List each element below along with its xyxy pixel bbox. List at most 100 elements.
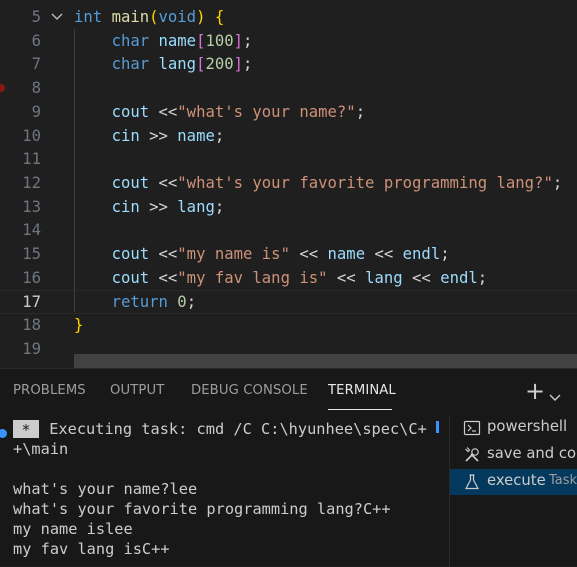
fold-toggle[interactable]	[50, 6, 64, 30]
code-line[interactable]: 18}	[0, 314, 577, 338]
code-token: <<	[149, 245, 178, 263]
code-token: void	[158, 8, 197, 26]
code-token: "what's your favorite programming lang?"	[177, 173, 553, 192]
code-token: {	[214, 8, 225, 26]
plus-icon: +	[524, 377, 546, 405]
line-number: 9	[31, 102, 41, 121]
code-line[interactable]: 11	[0, 148, 577, 172]
code-line[interactable]: 7 char lang[200];	[0, 53, 577, 77]
code-line[interactable]: 9 cout <<"what's your name?";	[0, 101, 577, 125]
chevron-down-icon	[51, 13, 63, 20]
code-line[interactable]: 6 char name[100];	[0, 30, 577, 54]
horizontal-scrollbar[interactable]	[74, 354, 577, 368]
code-line[interactable]: 5 int main(void) {	[0, 6, 577, 30]
terminal-item-sublabel: Task	[549, 473, 577, 488]
new-terminal-button[interactable]: +	[524, 379, 546, 403]
code-line[interactable]: 15 cout <<"my name is" << name << endl;	[0, 243, 577, 267]
line-number: 10	[22, 126, 41, 145]
task-badge: *	[13, 420, 39, 439]
code-token: char	[111, 55, 150, 74]
code-token: lang	[177, 197, 215, 216]
line-number: 18	[22, 316, 41, 335]
terminal-dropdown-button[interactable]	[549, 387, 561, 401]
code-line[interactable]: 12 cout <<"what's your favorite programm…	[0, 172, 577, 196]
active-tab-indicator	[328, 409, 392, 410]
line-number: 17	[22, 293, 41, 312]
code-text: cin >> name;	[74, 125, 225, 149]
terminal-item-powershell[interactable]: powershell	[450, 415, 577, 441]
code-text: }	[74, 314, 83, 338]
code-token: ;	[214, 126, 225, 145]
code-token: <<	[149, 268, 178, 287]
terminal-item-label: execute	[487, 472, 546, 489]
code-token: 100	[205, 31, 234, 50]
code-token: main	[111, 8, 150, 26]
task-line: Executing task: cmd /C C:\hyunhee\spec\C…	[40, 420, 427, 438]
chevron-down-icon	[549, 394, 561, 401]
tab-problems[interactable]: PROBLEMS	[13, 383, 86, 398]
panel-tabs: PROBLEMS OUTPUT DEBUG CONSOLE TERMINAL +	[0, 369, 577, 415]
code-token: }	[74, 316, 84, 335]
terminal-list: powershell save and compile execute Task	[449, 415, 577, 567]
code-token: cout	[111, 268, 150, 287]
line-number: 16	[22, 268, 41, 287]
code-token: int	[74, 8, 103, 26]
code-token: name	[158, 31, 197, 50]
code-token: cout	[111, 173, 150, 192]
terminal-line: what's your favorite programming lang?C+…	[13, 500, 391, 518]
code-editor[interactable]: 5 int main(void) {6 char name[100]; 7 char…	[0, 0, 577, 368]
terminal-output[interactable]: * Executing task: cmd /C C:\hyunhee\spec…	[0, 415, 449, 567]
code-token: cout	[111, 102, 150, 121]
code-token: ;	[355, 102, 366, 121]
line-number: 12	[22, 173, 41, 192]
line-number: 8	[31, 79, 41, 98]
tab-output[interactable]: OUTPUT	[110, 383, 164, 398]
code-line[interactable]: 13 cin >> lang;	[0, 196, 577, 220]
code-text: cout <<"my fav lang is" << lang << endl;	[74, 267, 488, 291]
code-token: ;	[243, 31, 253, 50]
code-token: ;	[477, 268, 488, 287]
tab-terminal[interactable]: TERMINAL	[328, 383, 396, 398]
tab-debug-console[interactable]: DEBUG CONSOLE	[191, 383, 308, 398]
code-line[interactable]: 17 return 0;	[0, 290, 577, 315]
code-line[interactable]: 10 cin >> name;	[0, 125, 577, 149]
beaker-icon	[463, 473, 481, 491]
tools-icon	[463, 446, 481, 464]
code-token: name	[327, 245, 366, 263]
code-token: ]	[233, 31, 244, 50]
code-text: return 0;	[74, 291, 197, 315]
code-text: cout <<"my name is" << name << endl;	[74, 243, 450, 267]
code-token: lang	[365, 268, 403, 287]
code-text: cout <<"what's your favorite programming…	[74, 172, 563, 196]
code-token: lang	[158, 55, 197, 74]
line-number: 7	[31, 55, 41, 74]
line-number: 15	[22, 245, 41, 263]
line-number: 6	[31, 31, 41, 50]
terminal-item-execute[interactable]: execute Task	[450, 469, 577, 495]
code-text: int main(void) {	[74, 6, 224, 30]
terminal-scroll-marker	[436, 421, 439, 433]
code-line[interactable]: 14	[0, 219, 577, 243]
bottom-panel: PROBLEMS OUTPUT DEBUG CONSOLE TERMINAL +…	[0, 368, 577, 567]
code-token: cin	[111, 126, 140, 145]
code-line[interactable]: 8	[0, 77, 577, 101]
code-token: <<	[149, 173, 178, 192]
terminal-item-save-and-compile[interactable]: save and compile	[450, 442, 577, 468]
code-line[interactable]: 16 cout <<"my fav lang is" << lang << en…	[0, 267, 577, 291]
code-token: 0	[177, 293, 187, 312]
line-number: 13	[22, 197, 41, 216]
code-text: char name[100];	[74, 30, 253, 54]
code-token: ;	[552, 173, 563, 192]
code-token: <<	[402, 268, 441, 287]
